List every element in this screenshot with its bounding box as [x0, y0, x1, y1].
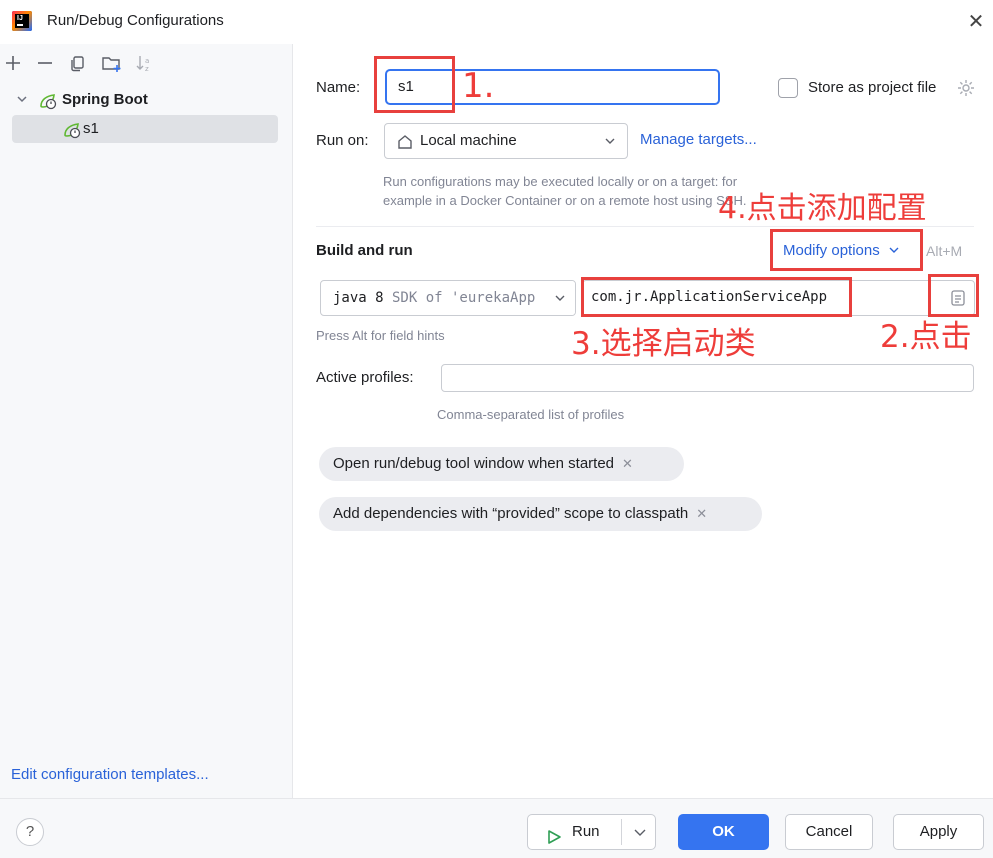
- manage-targets-link[interactable]: Manage targets...: [640, 131, 757, 148]
- cancel-button[interactable]: Cancel: [785, 814, 873, 850]
- build-and-run-heading: Build and run: [316, 242, 413, 259]
- run-on-hint-line1: Run configurations may be executed local…: [383, 174, 738, 189]
- home-icon: [396, 133, 414, 154]
- tree-group-spring-boot[interactable]: Spring Boot: [12, 86, 278, 114]
- tree-item-label: s1: [83, 120, 99, 137]
- run-button[interactable]: Run: [528, 815, 622, 849]
- help-button[interactable]: ?: [16, 818, 44, 846]
- jdk-name: java 8: [333, 290, 384, 306]
- annotation-box-main-class: [581, 277, 852, 317]
- run-on-select[interactable]: Local machine: [384, 123, 628, 159]
- folder-add-icon[interactable]: [100, 52, 122, 74]
- play-icon: [546, 824, 562, 858]
- annotation-step4: 4.点击添加配置: [718, 191, 927, 226]
- gear-icon[interactable]: [956, 78, 976, 101]
- modify-shortcut: Alt+M: [926, 243, 963, 259]
- copy-icon[interactable]: [67, 52, 89, 74]
- run-button-group: Run: [527, 814, 656, 850]
- run-on-hint-line2: example in a Docker Container or on a re…: [383, 193, 747, 208]
- close-icon[interactable]: ✕: [622, 456, 633, 471]
- close-icon[interactable]: ✕: [962, 8, 990, 36]
- option-chip-provided-scope[interactable]: Add dependencies with “provided” scope t…: [319, 497, 762, 531]
- title-bar: IJ Run/Debug Configurations ✕: [0, 0, 993, 44]
- active-profiles-input[interactable]: [441, 364, 974, 392]
- option-chip-open-tool-window[interactable]: Open run/debug tool window when started ✕: [319, 447, 684, 481]
- chevron-down-icon: [553, 281, 575, 315]
- annotation-step2: 2.点击: [880, 319, 972, 355]
- chevron-down-icon: [634, 829, 646, 836]
- tree-item-s1[interactable]: s1: [12, 115, 278, 143]
- edit-templates-link[interactable]: Edit configuration templates...: [11, 766, 209, 783]
- tree-group-label: Spring Boot: [62, 91, 148, 108]
- store-project-label: Store as project file: [808, 79, 937, 96]
- spring-boot-config-icon: [62, 120, 82, 148]
- remove-icon[interactable]: [34, 52, 56, 74]
- add-icon[interactable]: [2, 52, 24, 74]
- annotation-step3: 3.选择启动类: [571, 326, 756, 362]
- annotation-box-name: [374, 56, 455, 113]
- jdk-select[interactable]: java 8 SDK of 'eurekaApp: [320, 280, 576, 316]
- svg-text:z: z: [145, 65, 149, 73]
- field-hint: Press Alt for field hints: [316, 328, 445, 343]
- window-title: Run/Debug Configurations: [47, 12, 224, 29]
- active-profiles-label: Active profiles:: [316, 369, 414, 386]
- app-logo-icon: IJ: [12, 11, 32, 31]
- divider: [316, 226, 974, 227]
- run-options-dropdown[interactable]: [626, 815, 654, 849]
- sidebar: [0, 44, 293, 798]
- store-project-checkbox[interactable]: [778, 78, 798, 98]
- run-button-label: Run: [572, 823, 600, 840]
- chevron-down-icon: [603, 134, 617, 151]
- run-on-label: Run on:: [316, 132, 369, 149]
- close-icon[interactable]: ✕: [696, 506, 707, 521]
- apply-button[interactable]: Apply: [893, 814, 984, 850]
- chip-label: Open run/debug tool window when started: [333, 455, 615, 472]
- name-label: Name:: [316, 79, 361, 96]
- run-on-value: Local machine: [420, 132, 517, 149]
- sort-icon[interactable]: az: [133, 52, 155, 74]
- annotation-step1: 1.: [462, 66, 495, 106]
- run-split-divider: [621, 819, 622, 845]
- annotation-box-browse: [928, 274, 979, 317]
- profiles-hint: Comma-separated list of profiles: [437, 407, 625, 422]
- annotation-box-modify: [770, 229, 923, 271]
- ok-button[interactable]: OK: [678, 814, 769, 850]
- svg-text:a: a: [145, 57, 149, 65]
- jdk-detail: SDK of 'eurekaApp: [383, 290, 536, 306]
- chip-label: Add dependencies with “provided” scope t…: [333, 505, 689, 522]
